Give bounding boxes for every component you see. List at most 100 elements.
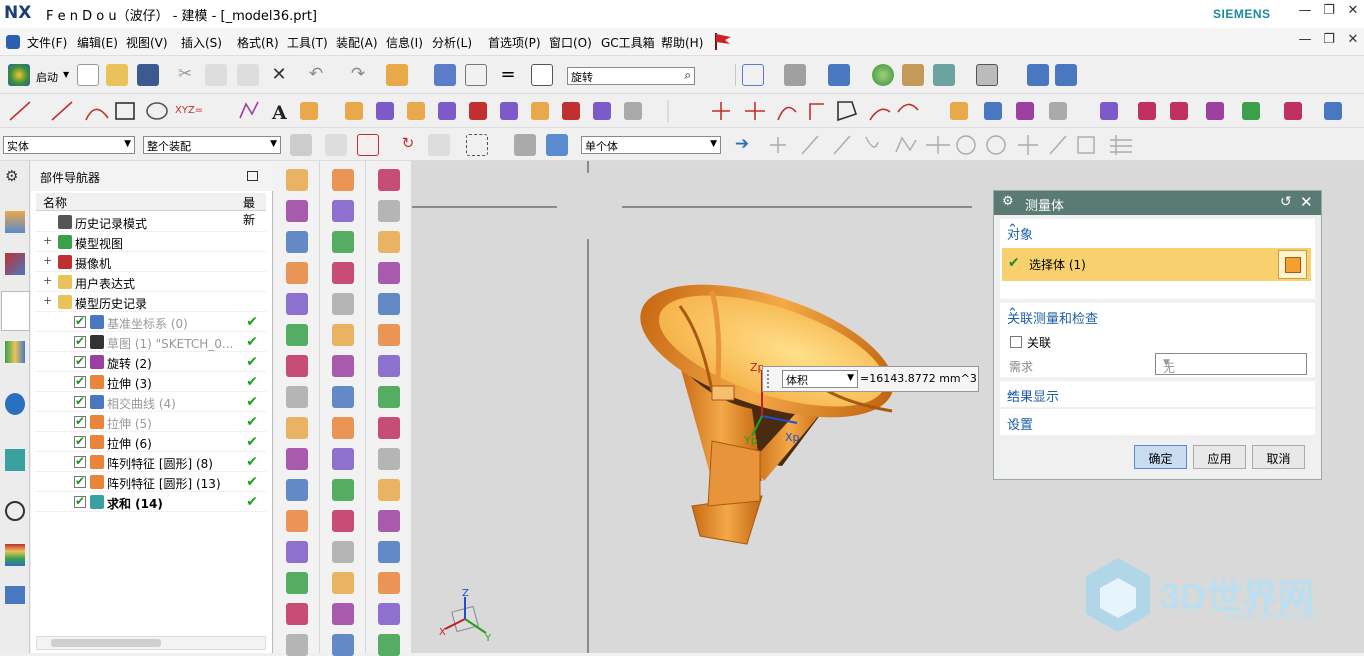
- start-label[interactable]: 启动: [36, 69, 58, 85]
- feature-tool-icon[interactable]: [286, 169, 308, 191]
- save-icon[interactable]: [137, 64, 159, 86]
- feature-tool-icon[interactable]: [286, 510, 308, 532]
- feature-tool-icon[interactable]: [332, 510, 354, 532]
- feature-tool-icon[interactable]: [286, 603, 308, 625]
- role-icon[interactable]: [5, 586, 25, 604]
- feature-tool-icon[interactable]: [332, 231, 354, 253]
- apply-button[interactable]: 应用: [1193, 445, 1246, 469]
- feature-tool-icon[interactable]: [378, 169, 400, 191]
- clip-icon[interactable]: [1055, 64, 1077, 86]
- tree-row[interactable]: ✔ 基准坐标系 (0): [36, 312, 266, 332]
- menu-tools[interactable]: 工具(T): [287, 34, 328, 51]
- drag-handle-icon[interactable]: [767, 370, 770, 388]
- info-icon[interactable]: [531, 64, 553, 86]
- search-icon[interactable]: ⌕: [684, 68, 691, 83]
- chevron-up-icon[interactable]: ⌃: [1007, 222, 1309, 237]
- menu-assembly[interactable]: 装配(A): [336, 34, 378, 51]
- command-search-input[interactable]: 旋转 ⌕: [567, 67, 695, 85]
- feature-tool-icon[interactable]: [332, 355, 354, 377]
- feature-tool-icon[interactable]: [332, 169, 354, 191]
- feature-tool-icon[interactable]: [332, 603, 354, 625]
- scope-filter-select[interactable]: 整个装配 ▼: [143, 136, 281, 154]
- tree-row[interactable]: ✔ 旋转 (2): [36, 352, 266, 372]
- feature-tool-icon[interactable]: [378, 355, 400, 377]
- doc-minimize-button[interactable]: —: [1294, 32, 1316, 52]
- body-select-icon[interactable]: [514, 134, 536, 156]
- sketch-edit-icon[interactable]: [434, 64, 456, 86]
- paste-icon[interactable]: [237, 64, 259, 86]
- tree-row[interactable]: ✔ 拉伸 (5): [36, 412, 266, 432]
- feature-tool-icon[interactable]: [378, 479, 400, 501]
- feature-tool-icon[interactable]: [332, 417, 354, 439]
- undo-icon[interactable]: ↶: [305, 64, 327, 86]
- menu-format[interactable]: 格式(R): [237, 34, 279, 51]
- type-filter-select[interactable]: 实体 ▼: [3, 136, 135, 154]
- feature-tool-icon[interactable]: [332, 200, 354, 222]
- arrow-right-icon[interactable]: ➔: [731, 134, 753, 156]
- visibility-checkbox[interactable]: [74, 434, 86, 448]
- layer-icon[interactable]: [465, 64, 487, 86]
- chevron-down-icon[interactable]: ▼: [63, 70, 69, 79]
- cut-icon[interactable]: ✂: [174, 64, 196, 86]
- feature-tool-icon[interactable]: [286, 572, 308, 594]
- feature-tool-icon[interactable]: [378, 386, 400, 408]
- tree-row[interactable]: + 用户表达式: [36, 272, 266, 292]
- tree-row[interactable]: ✔ 拉伸 (3): [36, 372, 266, 392]
- feature-tool-icon[interactable]: [378, 293, 400, 315]
- tree-row[interactable]: 历史记录模式: [36, 212, 266, 232]
- menu-edit[interactable]: 编辑(E): [77, 34, 118, 51]
- feature-tool-icon[interactable]: [378, 572, 400, 594]
- feature-tool-icon[interactable]: [332, 293, 354, 315]
- tree-row[interactable]: ✔ 阵列特征 [圆形] (8): [36, 452, 266, 472]
- feature-tool-icon[interactable]: [332, 572, 354, 594]
- feature-tool-icon[interactable]: [378, 200, 400, 222]
- feature-tool-icon[interactable]: [378, 510, 400, 532]
- section-view-icon[interactable]: [1027, 64, 1049, 86]
- feature-tool-icon[interactable]: [332, 479, 354, 501]
- equals-icon[interactable]: =: [497, 64, 519, 86]
- maximize-icon[interactable]: [247, 171, 258, 181]
- rotate-select-icon[interactable]: ↻: [397, 134, 419, 156]
- feature-tool-icon[interactable]: [378, 603, 400, 625]
- reuse-library-icon[interactable]: [5, 341, 25, 363]
- feature-tool-icon[interactable]: [286, 200, 308, 222]
- filter-icon[interactable]: [357, 134, 379, 156]
- menu-gc-toolbox[interactable]: GC工具箱: [601, 34, 655, 51]
- redo-icon[interactable]: ↷: [347, 64, 369, 86]
- feature-tool-icon[interactable]: [378, 417, 400, 439]
- tree-row[interactable]: + 模型视图: [36, 232, 266, 252]
- palette-icon[interactable]: [5, 544, 25, 566]
- feature-tool-icon[interactable]: [286, 293, 308, 315]
- minimize-button[interactable]: —: [1294, 3, 1316, 23]
- reset-icon[interactable]: ↺: [1280, 194, 1292, 210]
- fit-view-icon[interactable]: [742, 64, 764, 86]
- feature-tool-icon[interactable]: [286, 386, 308, 408]
- feature-tool-icon[interactable]: [378, 448, 400, 470]
- feature-tool-icon[interactable]: [286, 417, 308, 439]
- tree-row[interactable]: ✔ 拉伸 (6): [36, 432, 266, 452]
- menu-analysis[interactable]: 分析(L): [432, 34, 472, 51]
- snap-icon[interactable]: [290, 134, 312, 156]
- display-icon[interactable]: [933, 64, 955, 86]
- lock-select-icon[interactable]: [428, 134, 450, 156]
- feature-tool-icon[interactable]: [332, 386, 354, 408]
- associative-checkbox[interactable]: [1010, 336, 1022, 348]
- background-icon[interactable]: [976, 64, 998, 86]
- feature-tool-icon[interactable]: [332, 262, 354, 284]
- assembly-navigator-icon[interactable]: [5, 211, 25, 233]
- sphere-icon[interactable]: [872, 64, 894, 86]
- menu-info[interactable]: 信息(I): [386, 34, 423, 51]
- tree-row[interactable]: ✔ 相交曲线 (4): [36, 392, 266, 412]
- constraint-navigator-icon[interactable]: [5, 253, 25, 275]
- visibility-checkbox[interactable]: [74, 414, 86, 428]
- chevron-down-icon[interactable]: ⌄: [1007, 384, 1309, 399]
- history-icon[interactable]: [5, 501, 25, 521]
- feature-tool-icon[interactable]: [378, 541, 400, 563]
- tree-row[interactable]: ✔ 求和 (14): [36, 492, 266, 512]
- cube-icon[interactable]: [1278, 250, 1307, 279]
- settings-section[interactable]: 设置 ⌄: [1000, 409, 1315, 435]
- rectangle-select-icon[interactable]: [466, 134, 488, 156]
- chevron-down-icon[interactable]: ⌄: [1007, 412, 1309, 427]
- part-navigator-tab[interactable]: [1, 291, 30, 331]
- visibility-checkbox[interactable]: [74, 474, 86, 488]
